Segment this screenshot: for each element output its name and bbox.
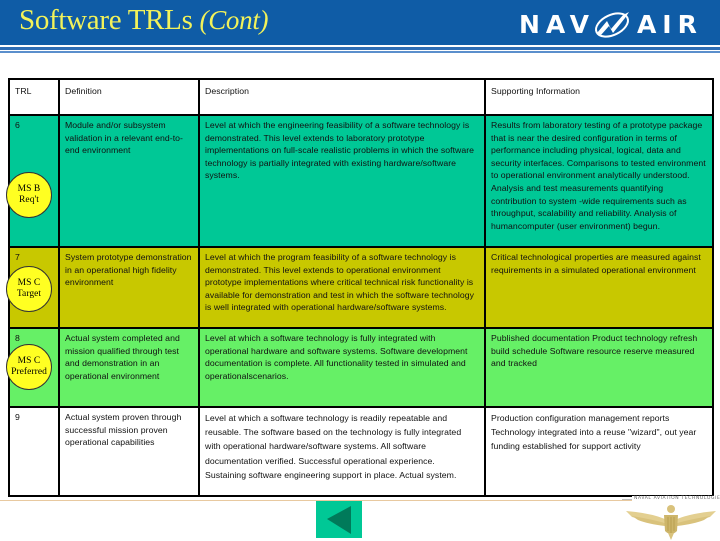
title-main: Software TRLs xyxy=(19,4,193,36)
badge-line1: MS B xyxy=(17,183,41,194)
definition-cell: Actual system proven through successful … xyxy=(58,406,200,497)
column-header-trl: TRL xyxy=(8,78,60,116)
trl-level: 6 xyxy=(15,120,20,130)
table-row-trl-7: 7 MS C Target System prototype demonstrat… xyxy=(6,246,714,329)
naval-aviation-emblem: NAVAL AVIATION TECHNOLOGIES xyxy=(622,494,720,540)
milestone-badge: MS C Target xyxy=(6,266,52,312)
supporting-info-cell: Production configuration management repo… xyxy=(484,406,714,497)
badge-line1: MS C xyxy=(17,277,41,288)
trl-table: TRL Definition Description Supporting In… xyxy=(6,78,714,497)
trl-level: 7 xyxy=(15,252,20,262)
column-header-definition: Definition xyxy=(58,78,200,116)
supporting-info-cell: Critical technological properties are me… xyxy=(484,246,714,329)
badge-line2: Preferred xyxy=(11,367,47,377)
table-row-trl-8: 8 MS C Preferred Actual system completed … xyxy=(6,327,714,408)
column-header-description: Description xyxy=(198,78,486,116)
trl-level-cell: 9 xyxy=(8,406,60,497)
triangle-left-icon xyxy=(327,505,351,534)
logo-text-right: AIR xyxy=(636,9,703,39)
header-rule xyxy=(0,47,720,50)
definition-cell: Actual system completed and mission qual… xyxy=(58,327,200,408)
trl-level-cell: 7 MS C Target xyxy=(6,246,60,329)
milestone-badge: MS B Req't xyxy=(6,172,52,218)
navair-logo: NAV AIR xyxy=(519,9,703,39)
supporting-info-cell: Published documentation Product technolo… xyxy=(484,327,714,408)
slide-title: Software TRLs (Cont) xyxy=(19,4,269,37)
logo-text-left: NAV xyxy=(519,9,595,39)
trl-level-cell: 8 MS C Preferred xyxy=(6,327,60,408)
trl-level: 8 xyxy=(15,333,20,343)
definition-cell: Module and/or subsystem validation in a … xyxy=(58,114,200,248)
naval-aviator-wings-icon xyxy=(626,505,716,540)
badge-line2: Req't xyxy=(19,195,39,205)
description-cell: Level at which the engineering feasibili… xyxy=(198,114,486,248)
table-header-row: TRL Definition Description Supporting In… xyxy=(8,78,714,116)
previous-slide-button[interactable] xyxy=(316,501,362,538)
table-row-trl-9: 9 Actual system proven through successfu… xyxy=(8,406,714,497)
supporting-info-cell: Results from laboratory testing of a pro… xyxy=(484,114,714,248)
header-rule-thin xyxy=(0,51,720,53)
badge-line2: Target xyxy=(16,289,42,299)
column-header-supporting: Supporting Information xyxy=(484,78,714,116)
emblem-label: NAVAL AVIATION TECHNOLOGIES xyxy=(632,496,720,501)
trl-level: 9 xyxy=(15,412,20,422)
trl-level-cell: 6 MS B Req't xyxy=(6,114,60,248)
navair-swoosh-icon xyxy=(594,12,629,38)
definition-cell: System prototype demonstration in an ope… xyxy=(58,246,200,329)
title-suffix: (Cont) xyxy=(199,5,269,35)
description-cell: Level at which a software technology is … xyxy=(198,406,486,497)
table-row-trl-6: 6 MS B Req't Module and/or subsystem vali… xyxy=(6,114,714,248)
description-cell: Level at which the program feasibility o… xyxy=(198,246,486,329)
description-cell: Level at which a software technology is … xyxy=(198,327,486,408)
badge-line1: MS C xyxy=(17,355,41,366)
milestone-badge: MS C Preferred xyxy=(6,344,52,390)
